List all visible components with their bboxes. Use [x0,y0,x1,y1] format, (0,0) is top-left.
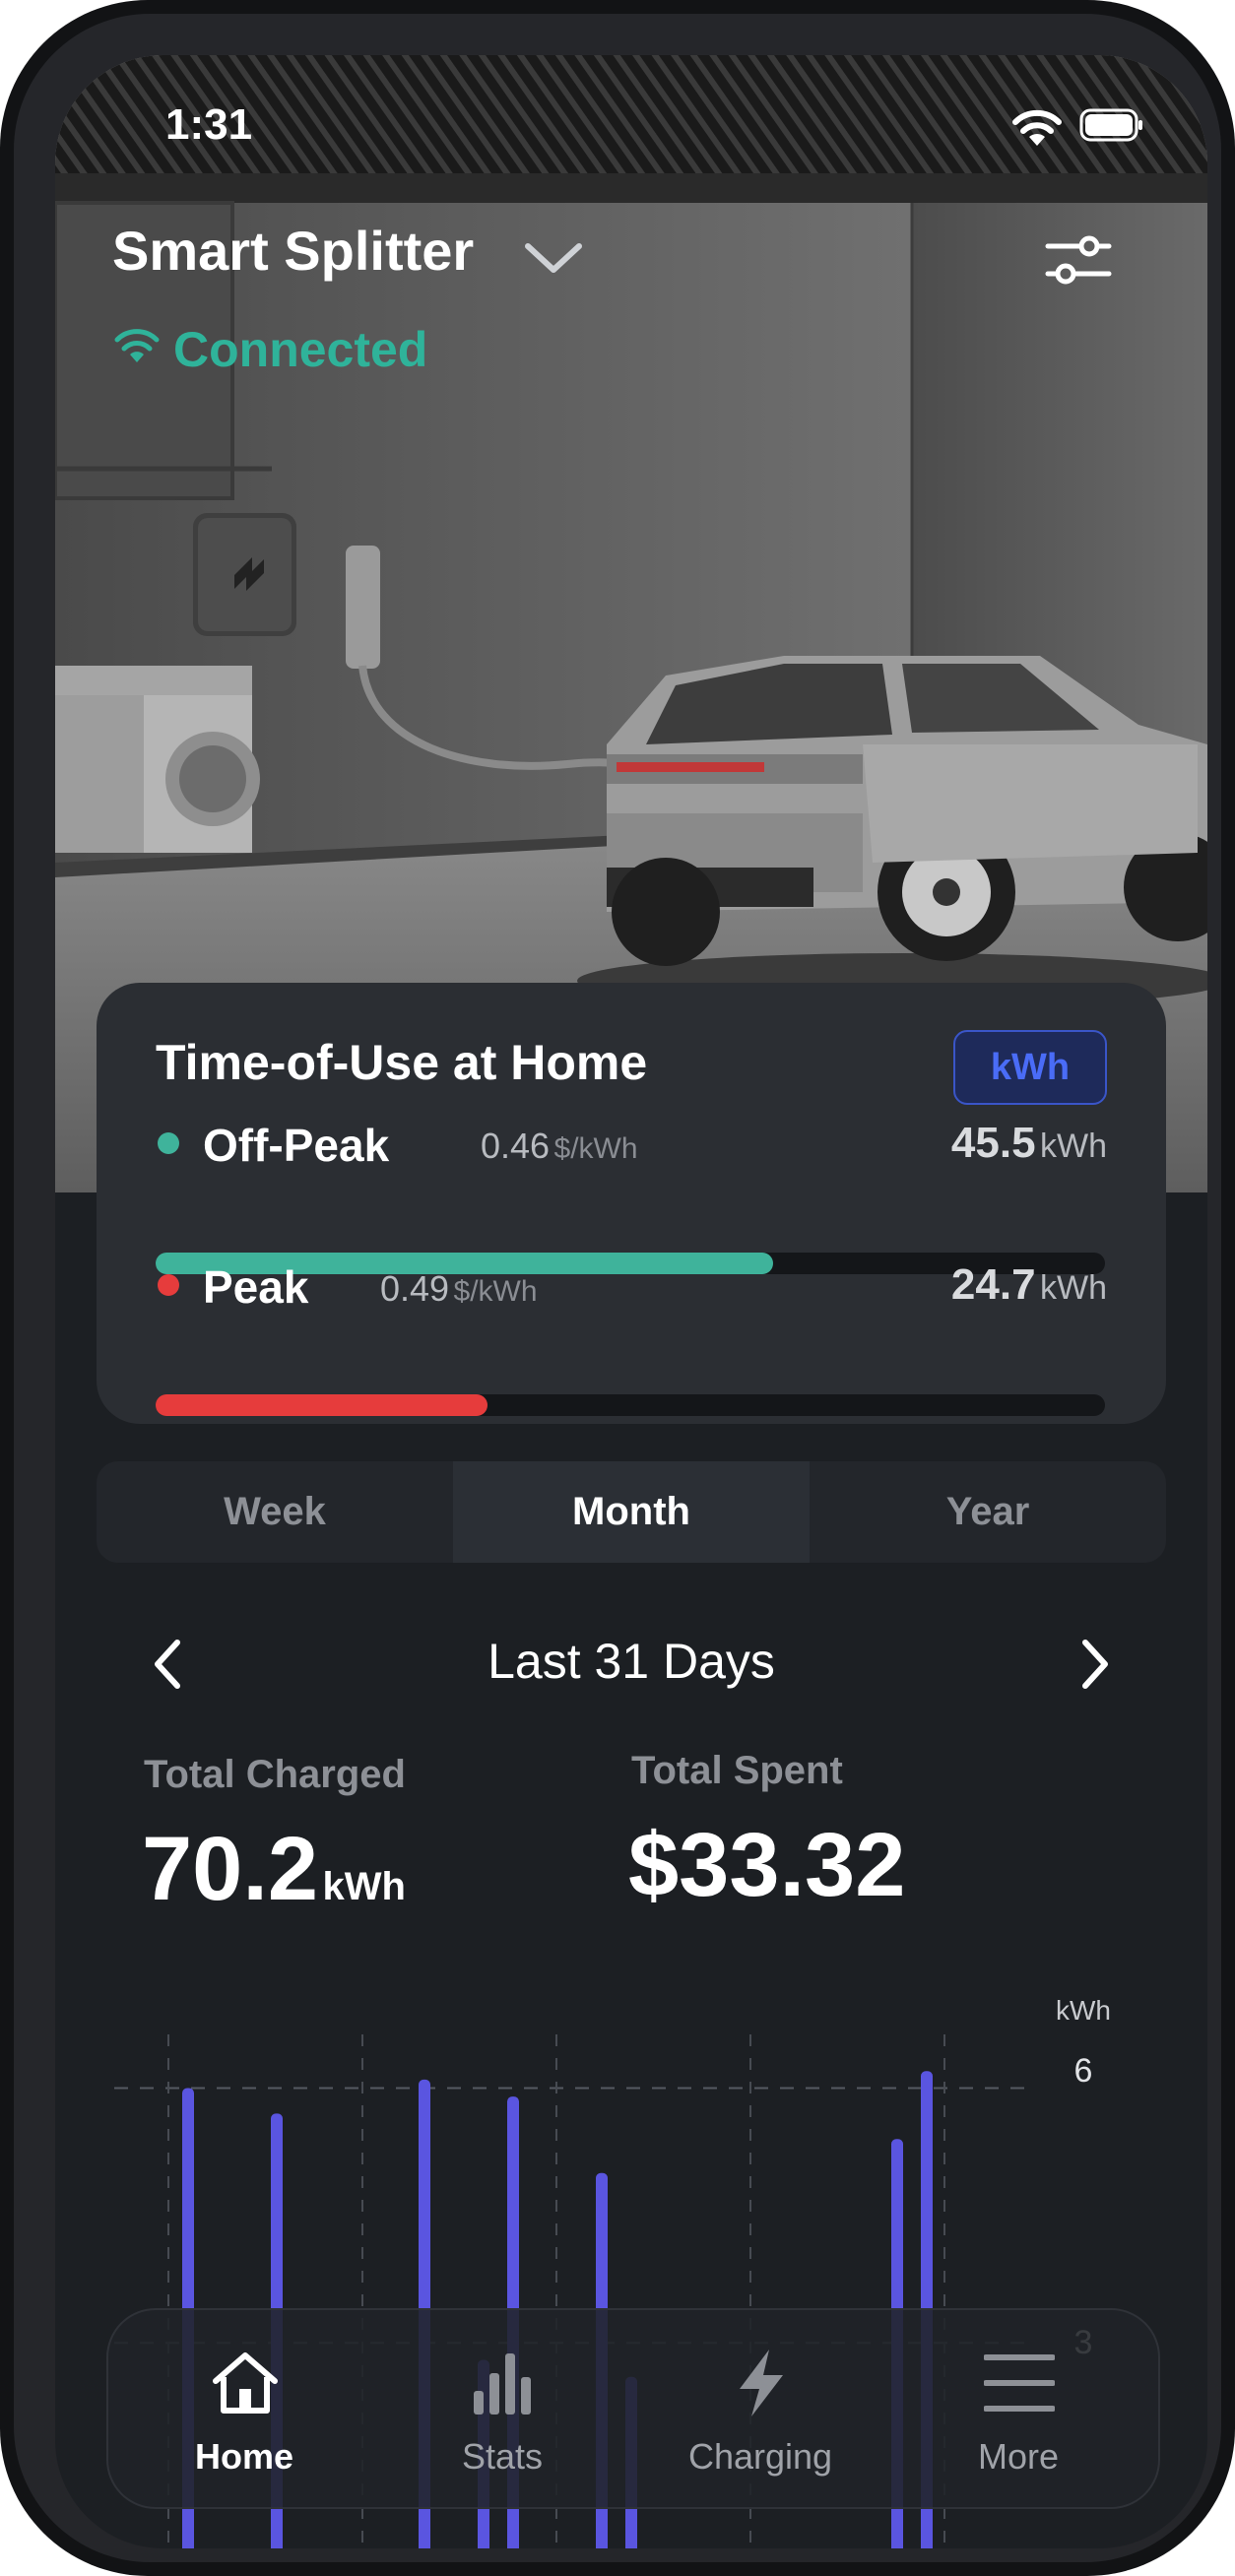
peak-rate-value: 0.49 [380,1268,450,1309]
bottom-nav: Home Stats Charging More [106,2308,1160,2509]
off-peak-rate: 0.46 $/kWh [481,1126,638,1167]
tou-card: Time-of-Use at Home kWh Off-Peak 0.46 $/… [97,983,1166,1424]
nav-more[interactable]: More [890,2310,1146,2507]
menu-icon [984,2354,1055,2412]
total-charged-label: Total Charged [144,1753,406,1796]
settings-sliders-icon[interactable] [1044,230,1113,290]
home-icon [213,2352,278,2414]
period-label: Last 31 Days [488,1634,775,1689]
off-peak-label: Off-Peak [203,1120,390,1171]
connection-status: Connected [173,322,428,377]
tab-month[interactable]: Month [453,1461,810,1563]
peak-unit: kWh [1040,1269,1107,1307]
tab-year[interactable]: Year [810,1461,1166,1563]
phone-frame: 1:31 Smart Splitter Connected Time-of-Us… [0,0,1235,2576]
stats-icon [474,2353,531,2415]
peak-value: 24.7 [950,1260,1036,1309]
status-time: 1:31 [165,100,253,149]
off-peak-rate-unit: $/kWh [553,1132,638,1165]
tab-month-label: Month [572,1490,690,1533]
total-charged-value: 70.2 [142,1819,319,1919]
charger-box [193,513,296,636]
off-peak-unit: kWh [1040,1127,1107,1165]
battery-icon [1079,108,1142,142]
off-peak-rate-value: 0.46 [481,1126,551,1166]
nav-stats-label: Stats [461,2436,544,2477]
peak-dot [158,1274,179,1296]
total-charged-unit: kWh [322,1865,406,1908]
nav-home[interactable]: Home [116,2310,372,2507]
lightning-icon [740,2350,783,2416]
nav-charging-label: Charging [687,2436,833,2477]
peak-bar-fill [156,1394,488,1416]
nav-stats[interactable]: Stats [374,2310,630,2507]
unit-toggle-button[interactable]: kWh [953,1030,1107,1105]
connected-wifi-icon [114,329,160,362]
total-spent-label: Total Spent [631,1749,843,1792]
off-peak-dot [158,1132,179,1154]
tab-year-label: Year [945,1490,1030,1533]
off-peak-value: 45.5 [950,1119,1036,1167]
peak-bar [156,1394,1105,1416]
nav-charging[interactable]: Charging [632,2310,888,2507]
off-peak-energy: 45.5 kWh [951,1119,1107,1168]
chevron-down-icon [525,243,582,273]
peak-rate: 0.49 $/kWh [380,1268,538,1310]
washing-machine [55,666,260,853]
wifi-status-icon [1012,109,1062,146]
period-tabs: Week Month Year [97,1461,1166,1563]
peak-label: Peak [203,1261,309,1313]
next-period-icon[interactable] [1075,1635,1115,1694]
chart-ytick-6: 6 [1074,2052,1093,2090]
device-selector[interactable]: Smart Splitter [112,219,582,288]
tab-week[interactable]: Week [97,1461,453,1563]
screen: 1:31 Smart Splitter Connected Time-of-Us… [55,55,1207,2548]
peak-rate-unit: $/kWh [453,1275,538,1308]
nav-more-label: More [977,2436,1060,2477]
tab-week-label: Week [224,1490,326,1533]
device-name: Smart Splitter [112,220,475,282]
total-spent-value: $33.32 [628,1815,906,1915]
unit-toggle-label: kWh [990,1046,1071,1088]
peak-energy: 24.7 kWh [951,1260,1107,1310]
phone-bezel: 1:31 Smart Splitter Connected Time-of-Us… [14,14,1221,2562]
total-charged: 70.2 kWh [142,1818,406,1921]
tou-title: Time-of-Use at Home [156,1035,648,1090]
nav-home-label: Home [194,2436,294,2477]
chart-y-unit: kWh [1056,1995,1111,2026]
